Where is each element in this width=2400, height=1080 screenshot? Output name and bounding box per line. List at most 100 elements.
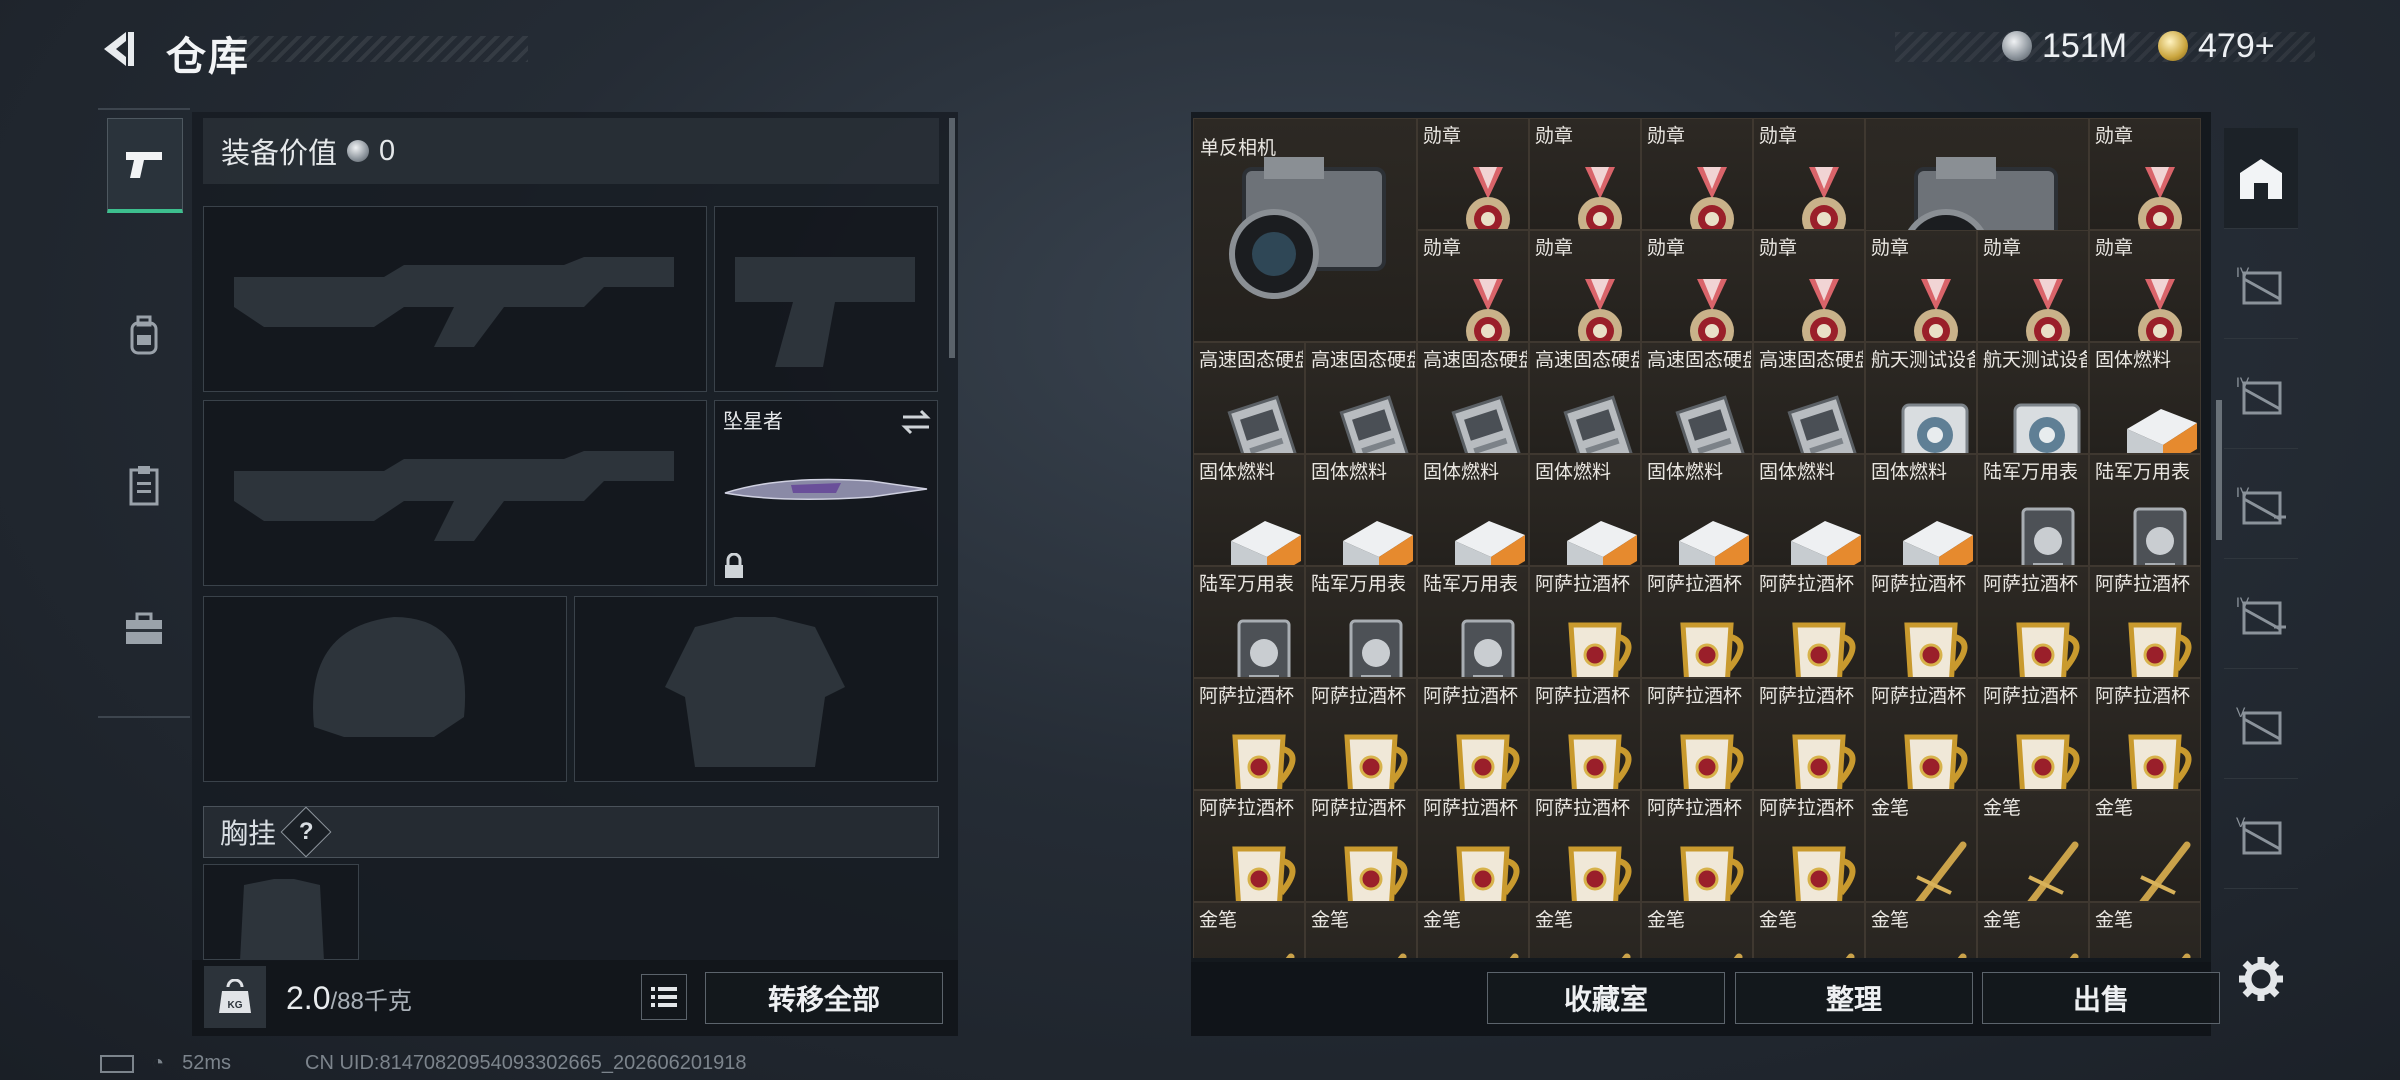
inventory-item[interactable]: 阿萨拉酒杯 bbox=[1529, 678, 1641, 790]
inventory-item[interactable]: 阿萨拉酒杯 bbox=[1865, 566, 1977, 678]
back-arrow-icon[interactable] bbox=[96, 28, 138, 70]
inventory-item-camera[interactable]: 单反相机 bbox=[1193, 118, 1417, 342]
inventory-item[interactable]: 金笔 bbox=[1641, 902, 1753, 958]
rail-item-safehouse[interactable] bbox=[2224, 128, 2298, 229]
inventory-item[interactable]: 勋章 bbox=[1865, 230, 1977, 342]
inventory-item[interactable]: 固体燃料 bbox=[1529, 454, 1641, 566]
nav-item-backpack[interactable] bbox=[107, 290, 181, 380]
inventory-item[interactable]: 勋章 bbox=[1753, 230, 1865, 342]
inventory-item[interactable]: 勋章 bbox=[2089, 118, 2201, 230]
inventory-item[interactable]: 陆军万用表 bbox=[1305, 566, 1417, 678]
inventory-item[interactable]: 航天测试设备 bbox=[1865, 342, 1977, 454]
inventory-item[interactable]: 阿萨拉酒杯 bbox=[1753, 566, 1865, 678]
inventory-item[interactable]: 阿萨拉酒杯 bbox=[1865, 678, 1977, 790]
inventory-item[interactable]: 勋章 bbox=[1529, 118, 1641, 230]
inventory-item[interactable]: 高速固态硬盘 bbox=[1641, 342, 1753, 454]
rail-item-storage[interactable]: IV bbox=[2224, 238, 2298, 339]
inventory-item[interactable]: 固体燃料 bbox=[1305, 454, 1417, 566]
organize-button[interactable]: 整理 bbox=[1735, 972, 1973, 1024]
inventory-item[interactable]: 金笔 bbox=[2089, 902, 2201, 958]
inventory-item[interactable]: 固体燃料 bbox=[1193, 454, 1305, 566]
scrollbar[interactable] bbox=[2216, 400, 2222, 540]
inventory-item[interactable]: 固体燃料 bbox=[1865, 454, 1977, 566]
inventory-item[interactable]: 勋章 bbox=[1417, 230, 1529, 342]
inventory-item[interactable]: 阿萨拉酒杯 bbox=[1641, 566, 1753, 678]
inventory-item[interactable]: 勋章 bbox=[1417, 118, 1529, 230]
inventory-item[interactable]: 陆军万用表 bbox=[1417, 566, 1529, 678]
inventory-item[interactable]: 高速固态硬盘 bbox=[1417, 342, 1529, 454]
rail-item-storage[interactable]: IV bbox=[2224, 348, 2298, 449]
inventory-item[interactable]: 阿萨拉酒杯 bbox=[2089, 678, 2201, 790]
inventory-item[interactable]: 固体燃料 bbox=[1641, 454, 1753, 566]
inventory-item[interactable]: 阿萨拉酒杯 bbox=[2089, 566, 2201, 678]
help-icon[interactable]: ? bbox=[280, 806, 332, 858]
inventory-item[interactable]: 金笔 bbox=[2089, 790, 2201, 902]
inventory-item[interactable]: 勋章 bbox=[1753, 118, 1865, 230]
sidearm-slot[interactable] bbox=[714, 206, 938, 392]
inventory-item[interactable]: 阿萨拉酒杯 bbox=[1977, 678, 2089, 790]
inventory-item[interactable]: 勋章 bbox=[2089, 230, 2201, 342]
list-view-button[interactable] bbox=[641, 974, 687, 1020]
nav-item-vest[interactable] bbox=[107, 440, 181, 530]
sell-button[interactable]: 出售 bbox=[1982, 972, 2220, 1024]
transfer-all-button[interactable]: 转移全部 bbox=[705, 972, 943, 1024]
inventory-item[interactable]: 金笔 bbox=[1193, 902, 1305, 958]
inventory-item[interactable]: 高速固态硬盘 bbox=[1529, 342, 1641, 454]
collection-room-button[interactable]: 收藏室 bbox=[1487, 972, 1725, 1024]
inventory-item[interactable]: 阿萨拉酒杯 bbox=[1417, 678, 1529, 790]
inventory-item[interactable]: 高速固态硬盘 bbox=[1753, 342, 1865, 454]
inventory-item[interactable]: 阿萨拉酒杯 bbox=[1193, 790, 1305, 902]
inventory-item[interactable]: 陆军万用表 bbox=[2089, 454, 2201, 566]
inventory-item[interactable]: 阿萨拉酒杯 bbox=[1305, 790, 1417, 902]
inventory-item[interactable]: 高速固态硬盘 bbox=[1305, 342, 1417, 454]
inventory-item[interactable]: 阿萨拉酒杯 bbox=[1529, 790, 1641, 902]
inventory-item[interactable]: 金笔 bbox=[1977, 790, 2089, 902]
rail-item-storage[interactable]: V bbox=[2224, 678, 2298, 779]
inventory-item[interactable]: 阿萨拉酒杯 bbox=[1193, 678, 1305, 790]
inventory-item[interactable]: 阿萨拉酒杯 bbox=[1641, 678, 1753, 790]
inventory-item[interactable]: 固体燃料 bbox=[1753, 454, 1865, 566]
inventory-item[interactable]: 金笔 bbox=[1865, 902, 1977, 958]
inventory-item[interactable]: 勋章 bbox=[1641, 230, 1753, 342]
inventory-item[interactable]: 金笔 bbox=[1305, 902, 1417, 958]
inventory-item[interactable]: 金笔 bbox=[1529, 902, 1641, 958]
inventory-item[interactable]: 陆军万用表 bbox=[1977, 454, 2089, 566]
ssd-icon bbox=[1207, 365, 1298, 453]
inventory-item[interactable]: 勋章 bbox=[1641, 118, 1753, 230]
inventory-item[interactable]: 金笔 bbox=[1865, 790, 1977, 902]
secondary-weapon-slot[interactable] bbox=[203, 400, 707, 586]
inventory-item[interactable]: 阿萨拉酒杯 bbox=[1753, 678, 1865, 790]
inventory-item[interactable]: 勋章 bbox=[1977, 230, 2089, 342]
nav-item-weapons[interactable] bbox=[107, 118, 183, 213]
inventory-item[interactable]: 阿萨拉酒杯 bbox=[1977, 566, 2089, 678]
currency-gold[interactable]: 479+ bbox=[2158, 26, 2275, 66]
nav-item-toolbox[interactable] bbox=[107, 584, 181, 674]
rail-item-storage[interactable]: V bbox=[2224, 788, 2298, 889]
swap-icon[interactable] bbox=[901, 409, 931, 435]
scrollbar[interactable] bbox=[949, 118, 955, 358]
inventory-item[interactable]: 航天测试设备 bbox=[1977, 342, 2089, 454]
armor-slot[interactable] bbox=[574, 596, 938, 782]
inventory-item[interactable]: 高速固态硬盘 bbox=[1193, 342, 1305, 454]
helmet-slot[interactable] bbox=[203, 596, 567, 782]
inventory-item[interactable]: 阿萨拉酒杯 bbox=[1417, 790, 1529, 902]
inventory-item[interactable]: 勋章 bbox=[1529, 230, 1641, 342]
inventory-item[interactable]: 陆军万用表 bbox=[1193, 566, 1305, 678]
inventory-item[interactable]: 阿萨拉酒杯 bbox=[1753, 790, 1865, 902]
inventory-item[interactable]: 阿萨拉酒杯 bbox=[1641, 790, 1753, 902]
clipboard-icon bbox=[129, 466, 159, 506]
rail-item-storage[interactable]: IV bbox=[2224, 568, 2298, 669]
inventory-item[interactable]: 固体燃料 bbox=[2089, 342, 2201, 454]
settings-gear-icon[interactable] bbox=[2236, 954, 2286, 1004]
inventory-item[interactable]: 金笔 bbox=[1417, 902, 1529, 958]
inventory-item[interactable]: 固体燃料 bbox=[1417, 454, 1529, 566]
inventory-item[interactable]: 金笔 bbox=[1753, 902, 1865, 958]
chest-rig-slot[interactable] bbox=[203, 864, 359, 961]
primary-weapon-slot[interactable] bbox=[203, 206, 707, 392]
cup-icon bbox=[1767, 589, 1856, 677]
melee-slot[interactable]: 坠星者 bbox=[714, 400, 938, 586]
inventory-item[interactable]: 阿萨拉酒杯 bbox=[1305, 678, 1417, 790]
inventory-item[interactable]: 阿萨拉酒杯 bbox=[1529, 566, 1641, 678]
rail-item-storage[interactable]: IV bbox=[2224, 458, 2298, 559]
inventory-item[interactable]: 金笔 bbox=[1977, 902, 2089, 958]
